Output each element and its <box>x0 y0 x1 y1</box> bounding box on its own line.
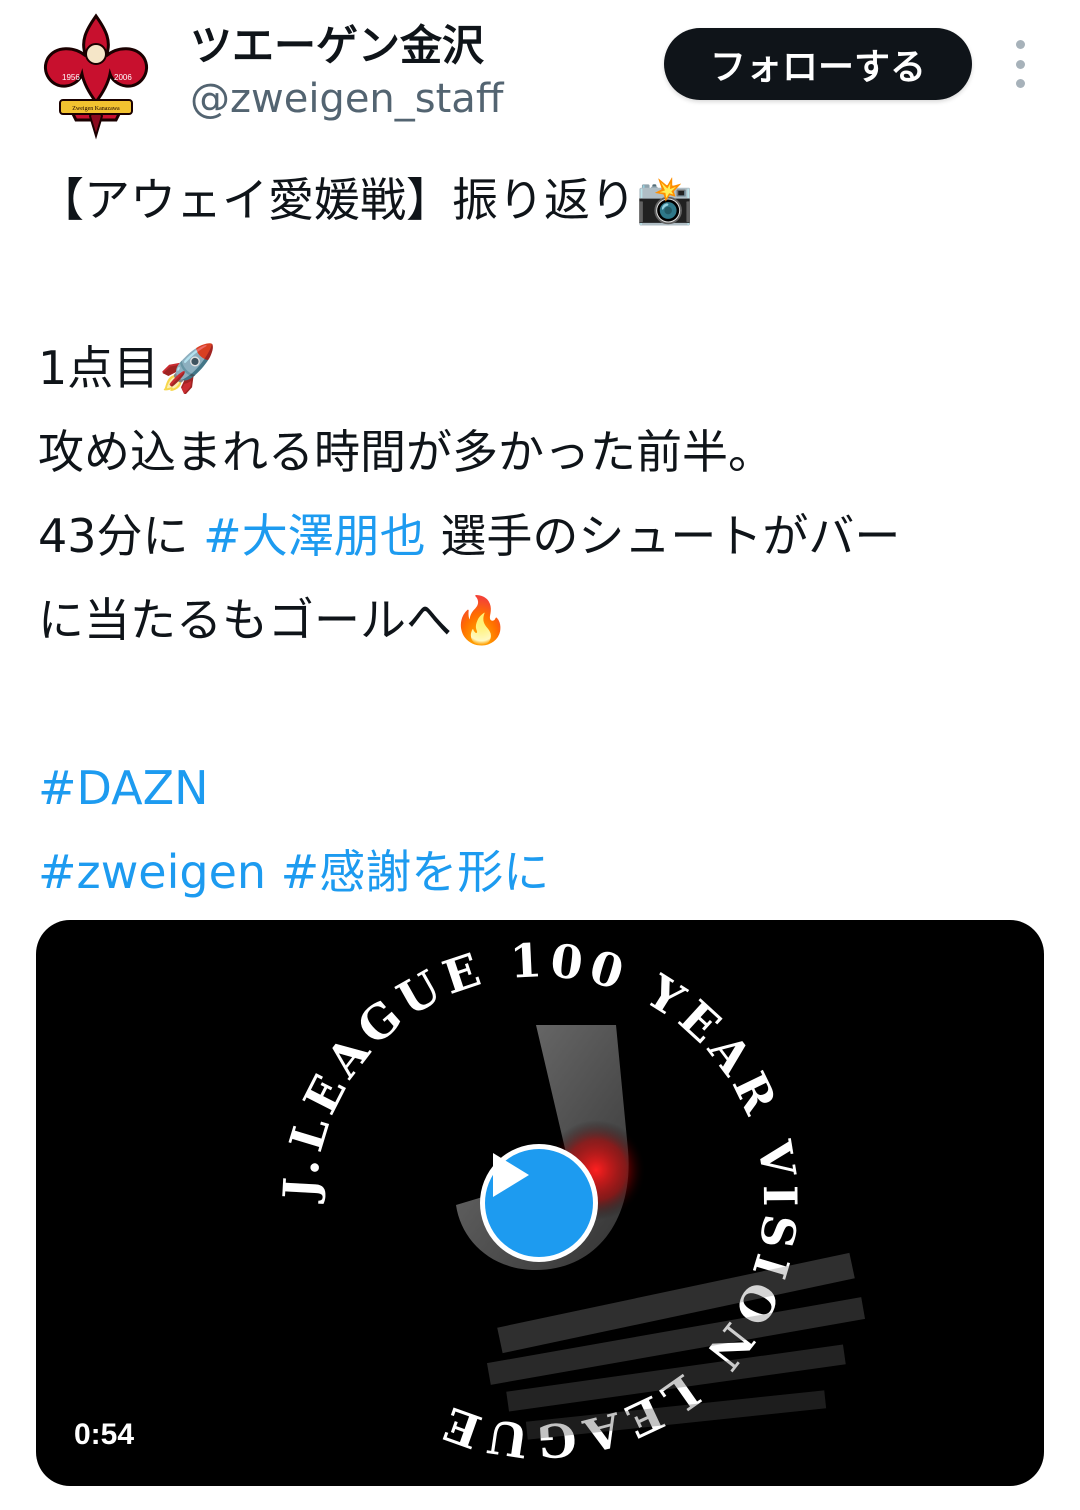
video-player[interactable]: J.LEAGUE 100 YEAR VISION LEAGUE 0:54 <box>36 920 1044 1486</box>
hashtag-kansha[interactable]: #感謝を形に <box>281 845 550 899</box>
hashtag-line-2: #zweigen #感謝を形に <box>38 830 1048 914</box>
account-avatar[interactable]: 1956 2006 Zweigen Kanazawa <box>40 12 152 140</box>
motion-blur-texture <box>486 1252 866 1440</box>
camera-flash-icon: 📸 <box>636 173 694 227</box>
first-goal-label: 1点目 <box>38 341 160 395</box>
svg-text:1956: 1956 <box>62 73 80 82</box>
follow-button[interactable]: フォローする <box>664 28 972 100</box>
tweet-line-2: 攻め込まれる時間が多かった前半。 <box>38 425 774 479</box>
more-dot <box>1015 40 1025 49</box>
tweet-line-4: に当たるもゴールへ🔥 <box>38 578 1048 662</box>
hashtag-dazn[interactable]: #DAZN <box>38 761 209 815</box>
fire-icon: 🔥 <box>452 593 510 647</box>
tweet-title-line: 【アウェイ愛媛戦】振り返り📸 <box>38 158 1048 242</box>
play-triangle <box>493 1153 529 1197</box>
line4-text: に当たるもゴールへ <box>38 593 452 647</box>
tweet-title: 【アウェイ愛媛戦】振り返り <box>38 173 636 227</box>
video-duration: 0:54 <box>74 1418 135 1451</box>
svg-text:2006: 2006 <box>114 73 132 82</box>
more-dot <box>1015 79 1025 88</box>
tweet-line-3: 43分に #大澤朋也 選手のシュートがバー <box>38 494 1048 578</box>
tweet-text: 【アウェイ愛媛戦】振り返り📸 1点目🚀 攻め込まれる時間が多かった前半。 43分… <box>38 158 1048 914</box>
user-handle[interactable]: @zweigen_staff <box>190 74 503 124</box>
tweet-line-1: 1点目🚀 <box>38 326 1048 410</box>
svg-text:Zweigen Kanazawa: Zweigen Kanazawa <box>72 106 120 112</box>
tweet-header: 1956 2006 Zweigen Kanazawa ツエーゲン金沢 @zwei… <box>0 0 1080 150</box>
display-name[interactable]: ツエーゲン金沢 <box>190 18 503 74</box>
line3-suffix: 選手のシュートがバー <box>425 509 901 563</box>
more-dot <box>1015 59 1025 69</box>
hashtag-osawa[interactable]: #大澤朋也 <box>203 509 426 563</box>
more-vertical-icon[interactable] <box>1000 40 1040 88</box>
line3-prefix: 43分に <box>38 509 204 563</box>
zweigen-logo-icon: 1956 2006 Zweigen Kanazawa <box>43 13 149 140</box>
play-icon[interactable] <box>480 1144 598 1262</box>
hashtag-line-1: #DAZN <box>38 746 1048 830</box>
hashtag-zweigen[interactable]: #zweigen <box>38 845 266 899</box>
rocket-icon: 🚀 <box>159 341 217 395</box>
